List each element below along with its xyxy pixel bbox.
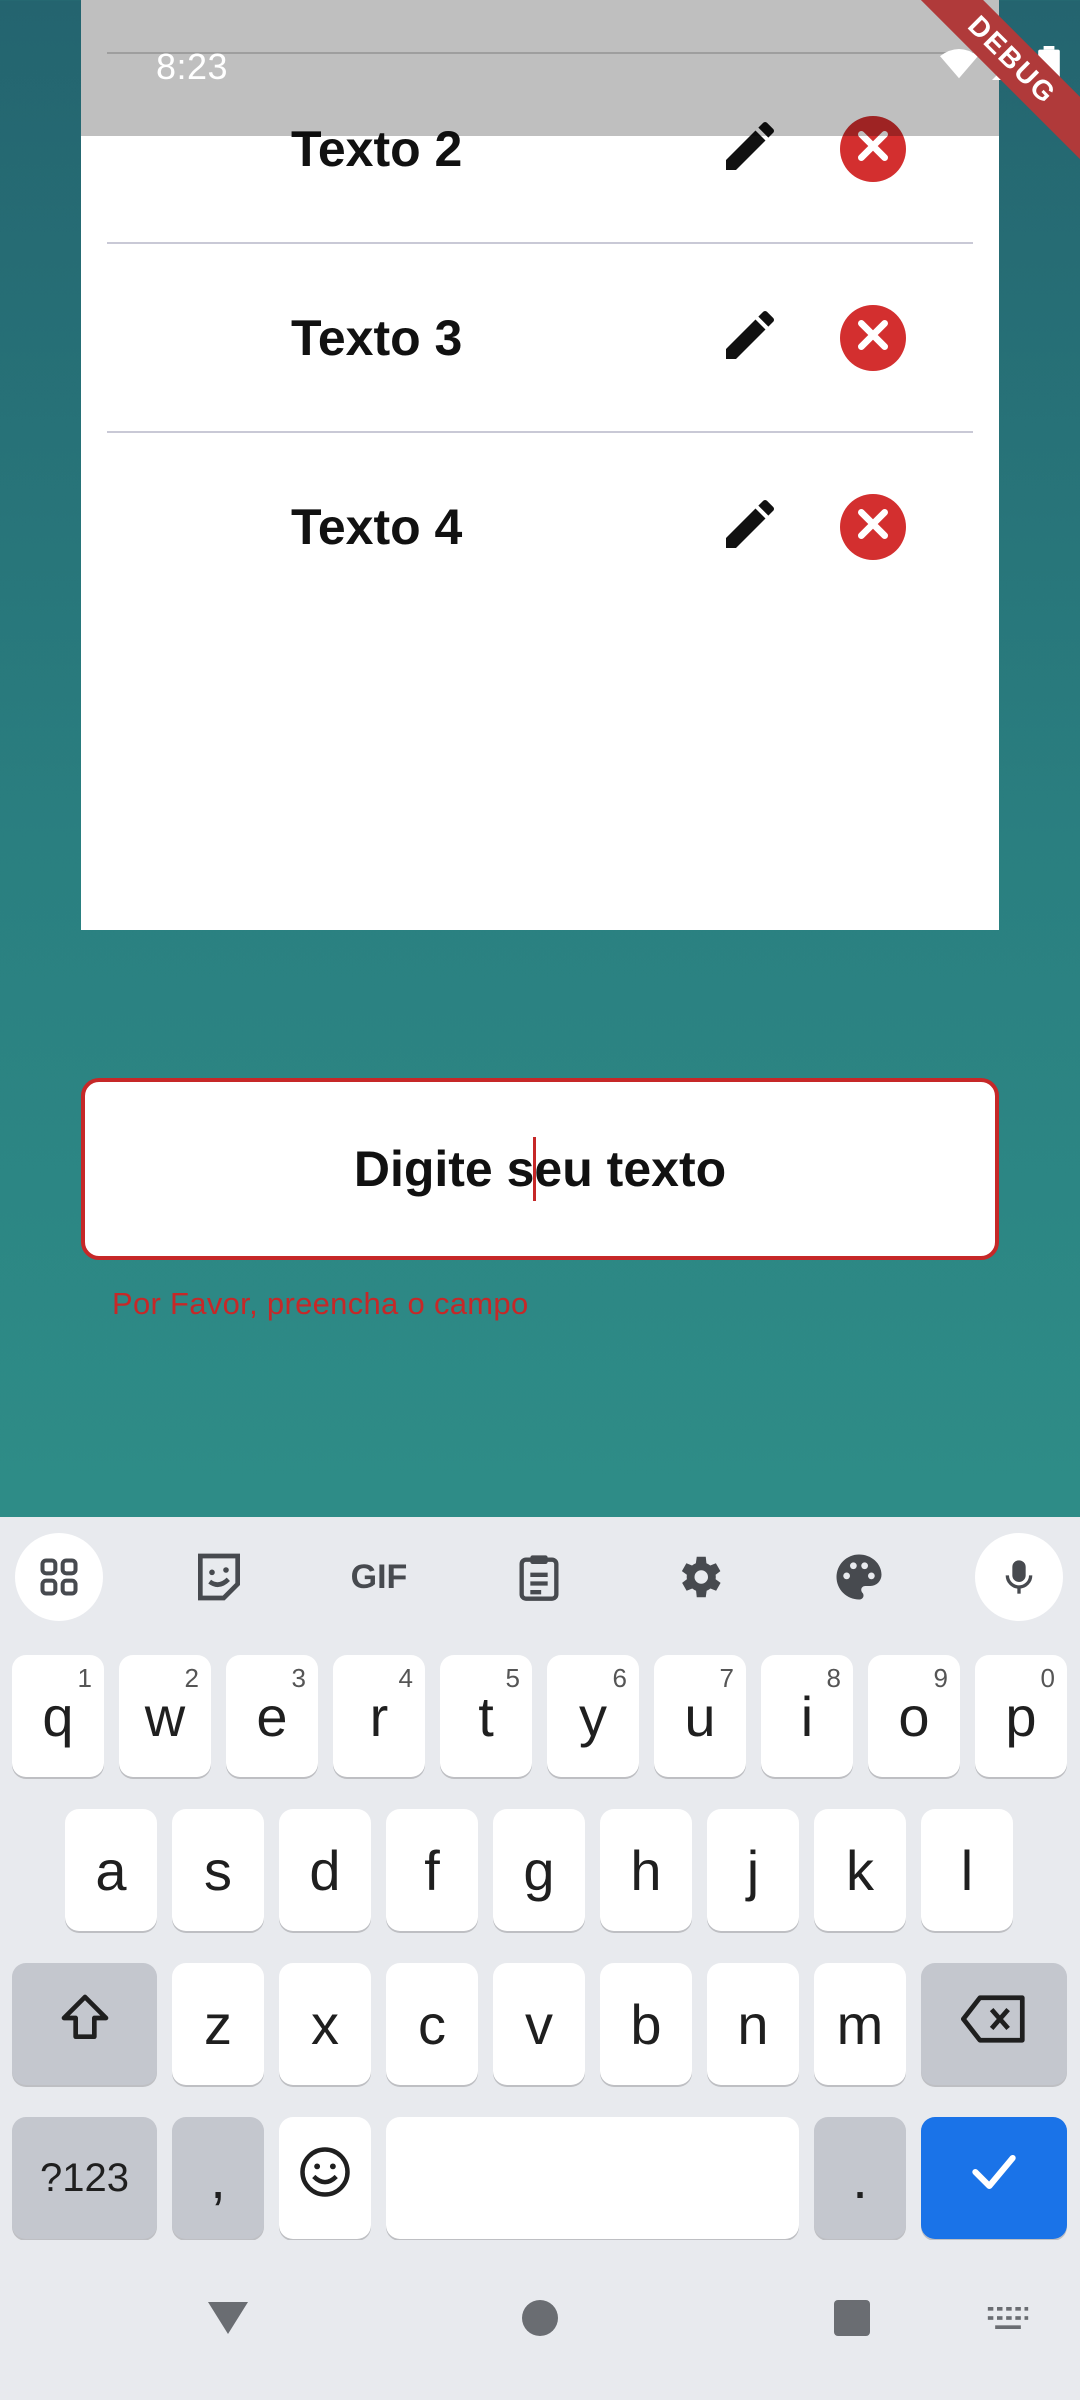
period-key[interactable]: . — [814, 2117, 906, 2239]
key-label: e — [256, 1684, 288, 1748]
key-label: o — [898, 1684, 930, 1748]
list-item: Texto 3 — [107, 243, 973, 432]
close-icon — [853, 504, 893, 549]
key-n[interactable]: n — [707, 1963, 799, 2085]
text-input-value: Digite seu texto — [353, 1137, 727, 1201]
key-hint: 2 — [184, 1663, 199, 1693]
home-button[interactable] — [500, 2280, 580, 2360]
key-c[interactable]: c — [386, 1963, 478, 2085]
back-triangle-icon — [204, 2298, 252, 2343]
shift-icon — [55, 1990, 115, 2059]
backspace-icon — [961, 1992, 1027, 2057]
back-button[interactable] — [188, 2280, 268, 2360]
key-label: w — [144, 1684, 186, 1748]
key-hint: 5 — [505, 1663, 520, 1693]
gif-button[interactable]: GIF — [335, 1533, 423, 1621]
key-label: r — [369, 1684, 389, 1748]
comma-key[interactable]: , — [172, 2117, 264, 2239]
close-icon — [853, 315, 893, 360]
palette-icon[interactable] — [815, 1533, 903, 1621]
keyboard-icon — [986, 2303, 1030, 2338]
sticker-icon[interactable] — [175, 1533, 263, 1621]
status-time: 8:23 — [156, 46, 229, 87]
key-z[interactable]: z — [172, 1963, 264, 2085]
home-circle-icon — [520, 2298, 560, 2343]
enter-key[interactable] — [921, 2117, 1067, 2239]
key-hint: 6 — [612, 1663, 627, 1693]
list-item: Texto 4 — [107, 432, 973, 621]
key-hint: 9 — [933, 1663, 948, 1693]
list-item-label: Texto 4 — [291, 498, 463, 555]
check-icon — [966, 2144, 1022, 2213]
key-a[interactable]: a — [65, 1809, 157, 1931]
navigation-bar — [0, 2240, 1080, 2400]
key-o[interactable]: o9 — [868, 1655, 960, 1777]
emoji-key[interactable] — [279, 2117, 371, 2239]
key-hint: 8 — [826, 1663, 841, 1693]
symbols-key[interactable]: ?123 — [12, 2117, 157, 2239]
key-hint: 1 — [77, 1663, 92, 1693]
key-p[interactable]: p0 — [975, 1655, 1067, 1777]
key-hint: 0 — [1040, 1663, 1055, 1693]
shift-key[interactable] — [12, 1963, 157, 2085]
status-bar: 8:23 — [0, 0, 1080, 136]
error-message: Por Favor, preencha o campo — [112, 1286, 529, 1321]
key-label: p — [1005, 1684, 1037, 1748]
settings-icon[interactable] — [655, 1533, 743, 1621]
keyboard-switch-button[interactable] — [968, 2280, 1048, 2360]
delete-button[interactable] — [840, 304, 906, 371]
text-caret — [532, 1137, 536, 1201]
key-g[interactable]: g — [493, 1809, 585, 1931]
key-label: i — [800, 1684, 814, 1748]
key-t[interactable]: t5 — [440, 1655, 532, 1777]
key-d[interactable]: d — [279, 1809, 371, 1931]
key-e[interactable]: e3 — [226, 1655, 318, 1777]
delete-button[interactable] — [840, 493, 906, 560]
key-w[interactable]: w2 — [119, 1655, 211, 1777]
key-f[interactable]: f — [386, 1809, 478, 1931]
key-s[interactable]: s — [172, 1809, 264, 1931]
list-item-label: Texto 3 — [291, 309, 463, 366]
emoji-icon — [298, 2145, 352, 2212]
edit-button[interactable] — [715, 303, 785, 373]
key-label: t — [478, 1684, 494, 1748]
mic-icon[interactable] — [975, 1533, 1063, 1621]
clipboard-icon[interactable] — [495, 1533, 583, 1621]
key-y[interactable]: y6 — [547, 1655, 639, 1777]
key-label: q — [42, 1684, 74, 1748]
text-input[interactable]: Digite seu texto — [81, 1078, 999, 1260]
key-label: y — [579, 1684, 607, 1748]
edit-button[interactable] — [715, 492, 785, 562]
key-hint: 3 — [291, 1663, 306, 1693]
key-label: u — [684, 1684, 716, 1748]
keyboard-toolbar: GIF — [0, 1517, 1080, 1629]
key-b[interactable]: b — [600, 1963, 692, 2085]
key-j[interactable]: j — [707, 1809, 799, 1931]
space-key[interactable] — [386, 2117, 799, 2239]
pencil-icon — [718, 303, 782, 372]
text-input-text: Digite seu texto — [353, 1141, 727, 1197]
recents-square-icon — [832, 2298, 872, 2343]
key-q[interactable]: q1 — [12, 1655, 104, 1777]
key-x[interactable]: x — [279, 1963, 371, 2085]
key-v[interactable]: v — [493, 1963, 585, 2085]
backspace-key[interactable] — [921, 1963, 1067, 2085]
pencil-icon — [718, 492, 782, 561]
key-u[interactable]: u7 — [654, 1655, 746, 1777]
key-l[interactable]: l — [921, 1809, 1013, 1931]
apps-icon[interactable] — [15, 1533, 103, 1621]
key-i[interactable]: i8 — [761, 1655, 853, 1777]
key-m[interactable]: m — [814, 1963, 906, 2085]
wifi-icon — [940, 48, 978, 85]
key-r[interactable]: r4 — [333, 1655, 425, 1777]
key-k[interactable]: k — [814, 1809, 906, 1931]
key-hint: 4 — [398, 1663, 413, 1693]
recents-button[interactable] — [812, 2280, 892, 2360]
key-h[interactable]: h — [600, 1809, 692, 1931]
key-hint: 7 — [719, 1663, 734, 1693]
